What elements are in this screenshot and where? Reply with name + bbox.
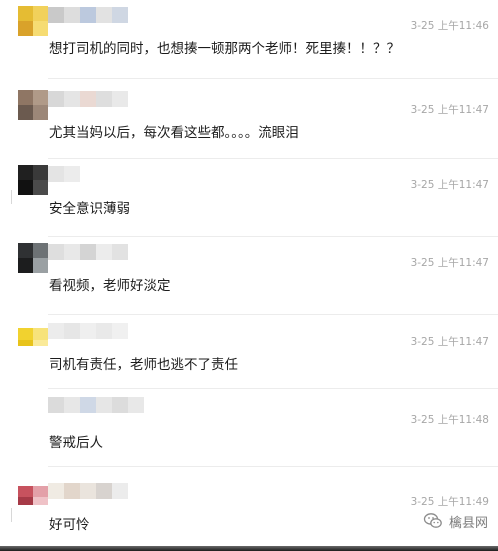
avatar[interactable]	[18, 482, 48, 512]
comment-timestamp: 3-25 上午11:47	[410, 336, 489, 348]
username-mosaic[interactable]	[48, 7, 128, 23]
avatar-pixel	[33, 340, 48, 346]
avatar-pixel	[18, 6, 33, 21]
avatar-pixel	[18, 328, 33, 340]
left-edge-mark	[11, 190, 12, 204]
comment-divider	[48, 236, 498, 237]
avatar-pixel	[33, 90, 48, 105]
username-mosaic[interactable]	[48, 166, 80, 182]
comment-divider	[48, 314, 498, 315]
comment-text: 想打司机的同时，也想揍一顿那两个老师！死里揍！！？？	[49, 41, 400, 57]
avatar-pixel	[18, 165, 33, 180]
avatar[interactable]	[18, 322, 48, 352]
avatar-pixel	[18, 497, 33, 505]
username-mosaic[interactable]	[48, 397, 144, 413]
avatar-pixel	[18, 243, 33, 258]
watermark-label: 檎县网	[448, 515, 488, 531]
avatar-pixel	[33, 6, 48, 21]
avatar-pixel	[33, 328, 48, 340]
comment-timestamp: 3-25 上午11:47	[410, 257, 489, 269]
comment-text: 警戒后人	[49, 435, 103, 451]
comment-timestamp: 3-25 上午11:47	[410, 104, 489, 116]
avatar[interactable]	[18, 165, 48, 195]
source-watermark: 檎县网	[423, 511, 488, 531]
comment-timestamp: 3-25 上午11:49	[410, 496, 489, 508]
avatar-pixel	[33, 243, 48, 258]
avatar-pixel	[18, 486, 33, 497]
wechat-icon	[423, 513, 442, 528]
comment-thread: 3-25 上午11:46 想打司机的同时，也想揍一顿那两个老师！死里揍！！？？ …	[0, 0, 498, 551]
username-mosaic[interactable]	[48, 244, 128, 260]
avatar-pixel	[18, 411, 33, 426]
comment-divider	[48, 158, 498, 159]
avatar-pixel	[33, 165, 48, 180]
avatar[interactable]	[18, 396, 48, 426]
avatar-pixel	[33, 21, 48, 36]
avatar-pixel	[18, 90, 33, 105]
username-mosaic[interactable]	[48, 483, 128, 499]
avatar[interactable]	[18, 243, 48, 273]
left-edge-mark	[11, 508, 12, 522]
avatar-pixel	[18, 258, 33, 273]
avatar-pixel	[18, 21, 33, 36]
comment-text: 看视频，老师好淡定	[49, 278, 171, 294]
avatar-pixel	[18, 105, 33, 120]
avatar-pixel	[18, 180, 33, 195]
avatar-pixel	[18, 340, 33, 346]
comment-text: 好可怜	[49, 517, 90, 533]
comment-timestamp: 3-25 上午11:48	[410, 414, 489, 426]
avatar-pixel	[33, 497, 48, 505]
username-mosaic[interactable]	[48, 91, 128, 107]
username-mosaic[interactable]	[48, 323, 128, 339]
comment-divider	[48, 78, 498, 79]
avatar-pixel	[33, 486, 48, 497]
avatar[interactable]	[18, 6, 48, 36]
avatar-pixel	[18, 396, 33, 411]
avatar-pixel	[33, 105, 48, 120]
comment-text: 尤其当妈以后，每次看这些都。。。。流眼泪	[49, 125, 299, 141]
comment-text: 安全意识薄弱	[49, 201, 130, 217]
comment-text: 司机有责任，老师也逃不了责任	[49, 357, 238, 373]
avatar[interactable]	[18, 90, 48, 120]
avatar-pixel	[33, 258, 48, 273]
avatar-pixel	[33, 411, 48, 426]
avatar-pixel	[33, 180, 48, 195]
comment-divider	[48, 388, 498, 389]
bottom-shadow-bar	[0, 546, 498, 551]
comment-timestamp: 3-25 上午11:47	[410, 179, 489, 191]
comment-timestamp: 3-25 上午11:46	[410, 20, 489, 32]
comment-divider	[48, 466, 498, 467]
avatar-pixel	[33, 396, 48, 411]
